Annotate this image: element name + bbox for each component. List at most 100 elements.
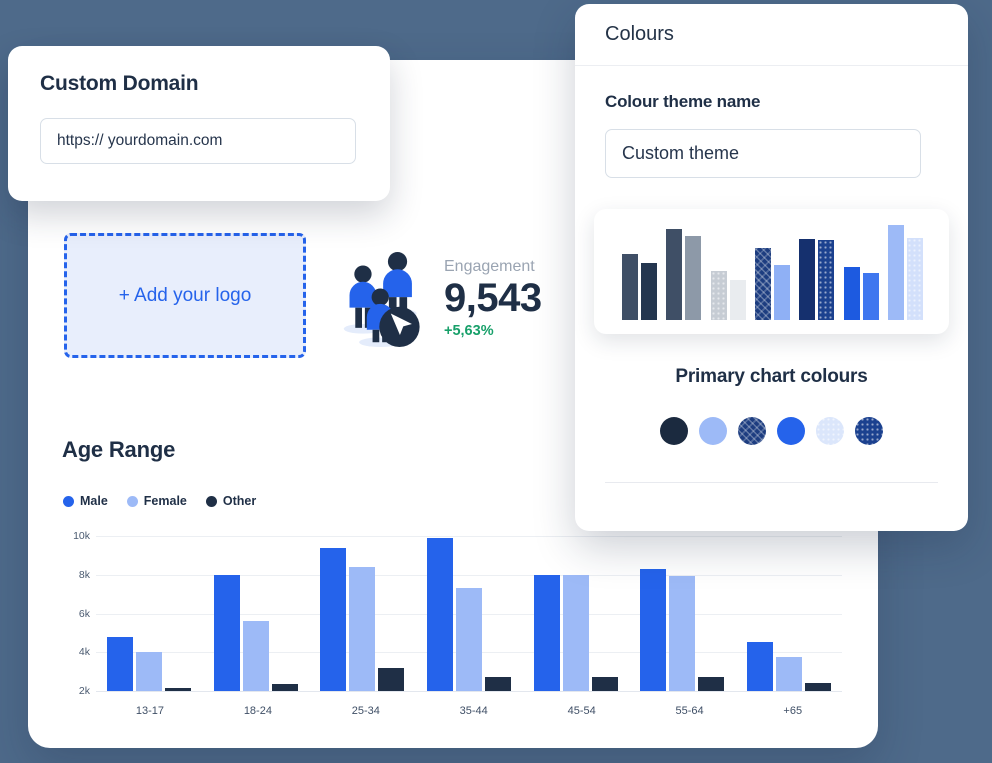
bar-female[interactable] xyxy=(349,567,375,691)
bar-other[interactable] xyxy=(165,688,191,691)
swatch-navy-dark[interactable] xyxy=(660,417,688,445)
custom-domain-title: Custom Domain xyxy=(40,72,358,96)
preview-bar-pair xyxy=(888,225,923,320)
bar-other[interactable] xyxy=(805,683,831,691)
x-axis: 13-17 18-24 25-34 35-44 45-54 55-64 +65 xyxy=(96,705,842,717)
bar-other[interactable] xyxy=(698,677,724,691)
preview-bar xyxy=(622,254,638,321)
theme-preview-bars xyxy=(622,225,923,320)
add-logo-label: + Add your logo xyxy=(119,285,252,307)
custom-domain-input-value: https:// yourdomain.com xyxy=(57,132,222,150)
x-axis-tick: 45-54 xyxy=(568,705,596,717)
colours-panel-title: Colours xyxy=(605,23,674,46)
bar-female[interactable] xyxy=(243,621,269,691)
legend-dot-icon xyxy=(63,496,74,507)
engagement-value: 9,543 xyxy=(444,276,542,321)
bar-group xyxy=(427,536,511,691)
preview-bar xyxy=(685,236,701,320)
chart-bars xyxy=(96,536,842,691)
x-axis-tick: 35-44 xyxy=(460,705,488,717)
preview-bar-pair xyxy=(666,225,701,320)
engagement-stat: Engagement 9,543 +5,63% xyxy=(338,250,542,350)
bar-male[interactable] xyxy=(214,575,240,691)
preview-bar xyxy=(888,225,904,320)
custom-domain-card: Custom Domain https:// yourdomain.com xyxy=(8,46,390,201)
custom-domain-input[interactable]: https:// yourdomain.com xyxy=(40,118,356,164)
bar-other[interactable] xyxy=(592,677,618,691)
preview-bar-pair xyxy=(622,225,657,320)
legend-dot-icon xyxy=(127,496,138,507)
x-axis-tick: 25-34 xyxy=(352,705,380,717)
swatch-navy-pattern[interactable] xyxy=(738,417,766,445)
swatch-deep-blue-dots[interactable] xyxy=(855,417,883,445)
bar-group xyxy=(107,536,191,691)
x-axis-tick: +65 xyxy=(783,705,802,717)
preview-bar xyxy=(774,265,790,320)
colours-panel-body: Colour theme name Custom theme xyxy=(575,66,968,178)
preview-bar xyxy=(755,248,771,320)
bar-group xyxy=(640,536,724,691)
swatch-pale-blue[interactable] xyxy=(816,417,844,445)
bar-male[interactable] xyxy=(747,642,773,691)
y-axis-tick: 2k xyxy=(79,685,90,697)
primary-colour-swatches xyxy=(575,417,968,445)
preview-bar xyxy=(863,273,879,320)
colours-panel: Colours Colour theme name Custom theme P… xyxy=(575,4,968,531)
bar-male[interactable] xyxy=(320,548,346,691)
preview-bar xyxy=(844,267,860,320)
chart-title: Age Range xyxy=(62,437,175,463)
y-axis-tick: 10k xyxy=(73,530,90,542)
bar-group xyxy=(534,536,618,691)
preview-bar xyxy=(907,238,923,320)
bar-female[interactable] xyxy=(456,588,482,691)
colours-panel-divider xyxy=(605,482,938,483)
bar-group xyxy=(320,536,404,691)
swatch-light-blue[interactable] xyxy=(699,417,727,445)
primary-chart-colours-title: Primary chart colours xyxy=(575,366,968,388)
swatch-bright-blue[interactable] xyxy=(777,417,805,445)
bar-male[interactable] xyxy=(534,575,560,691)
preview-bar xyxy=(666,229,682,320)
x-axis-tick: 55-64 xyxy=(676,705,704,717)
bar-other[interactable] xyxy=(378,668,404,691)
bar-female[interactable] xyxy=(776,657,802,691)
chart-legend: Male Female Other xyxy=(63,494,256,508)
people-cursor-icon xyxy=(338,250,434,350)
bar-group xyxy=(214,536,298,691)
preview-bar xyxy=(818,240,834,320)
preview-bar xyxy=(711,271,727,320)
legend-item-male[interactable]: Male xyxy=(63,494,108,508)
preview-bar-pair xyxy=(711,225,746,320)
bar-other[interactable] xyxy=(485,677,511,691)
x-axis-tick: 13-17 xyxy=(136,705,164,717)
legend-item-female[interactable]: Female xyxy=(127,494,187,508)
bar-male[interactable] xyxy=(427,538,453,691)
preview-bar-pair xyxy=(799,225,834,320)
y-axis-tick: 4k xyxy=(79,646,90,658)
preview-bar-pair xyxy=(844,225,879,320)
bar-male[interactable] xyxy=(640,569,666,691)
bar-other[interactable] xyxy=(272,684,298,691)
add-logo-dropzone[interactable]: + Add your logo xyxy=(64,233,306,358)
age-range-chart: 2k4k6k8k10k xyxy=(62,536,842,691)
legend-label: Male xyxy=(80,494,108,508)
preview-bar xyxy=(641,263,657,320)
x-axis-tick: 18-24 xyxy=(244,705,272,717)
y-axis-tick: 6k xyxy=(79,608,90,620)
engagement-delta: +5,63% xyxy=(444,323,542,339)
theme-preview-chart-card xyxy=(594,209,949,334)
legend-item-other[interactable]: Other xyxy=(206,494,256,508)
theme-name-label: Colour theme name xyxy=(605,92,938,112)
bar-male[interactable] xyxy=(107,637,133,691)
screenshot-stage: + Add your logo xyxy=(0,0,992,763)
theme-name-input-value: Custom theme xyxy=(622,143,739,164)
bar-female[interactable] xyxy=(136,652,162,691)
colours-panel-header: Colours xyxy=(575,4,968,66)
legend-label: Female xyxy=(144,494,187,508)
bar-female[interactable] xyxy=(669,576,695,691)
bar-female[interactable] xyxy=(563,575,589,691)
y-axis-tick: 8k xyxy=(79,569,90,581)
theme-name-input[interactable]: Custom theme xyxy=(605,129,921,178)
legend-dot-icon xyxy=(206,496,217,507)
y-axis: 2k4k6k8k10k xyxy=(62,536,96,691)
